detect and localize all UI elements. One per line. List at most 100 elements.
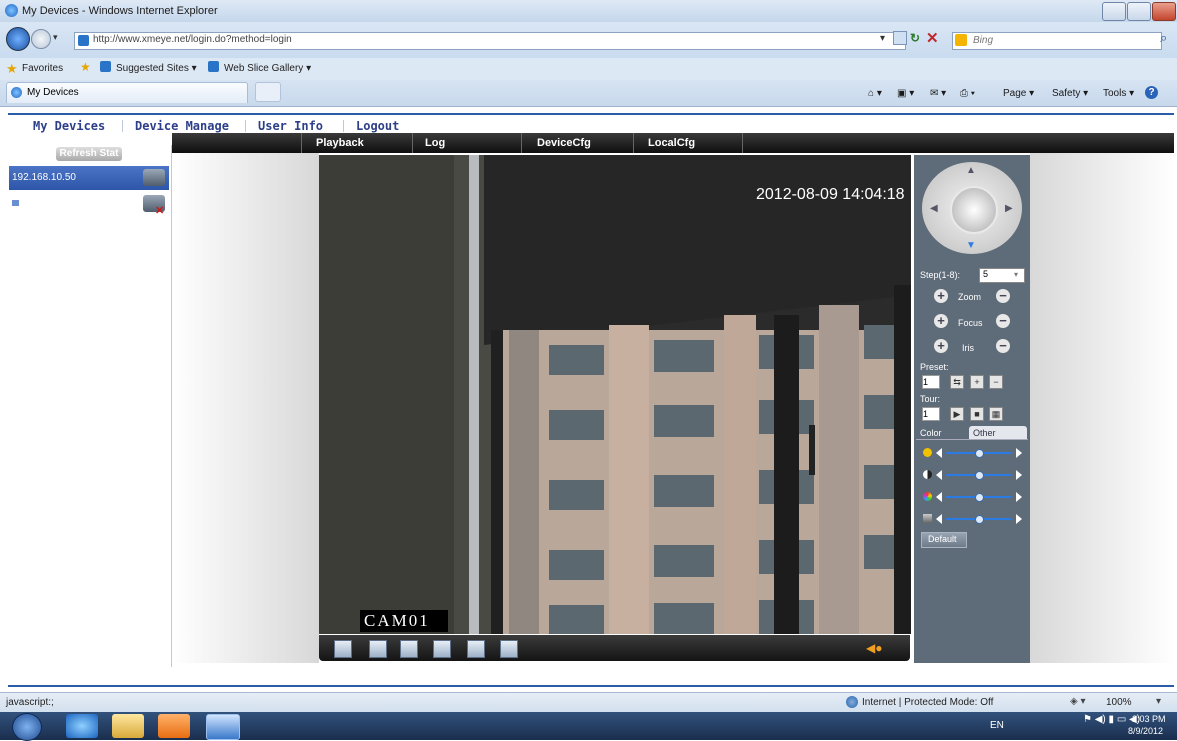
taskbar-word-icon[interactable] [206, 714, 240, 740]
menu-playback[interactable]: Playback [316, 137, 364, 149]
offline-mark-icon: ✕ [155, 205, 165, 217]
preset-add-button[interactable]: + [970, 375, 984, 389]
stop-icon[interactable]: ✕ [926, 29, 939, 47]
menu-devicecfg[interactable]: DeviceCfg [537, 137, 591, 149]
search-field[interactable]: Bing [952, 32, 1162, 50]
device-list-item[interactable]: 192.168.10.50 [9, 166, 169, 190]
zoom-in-button[interactable]: + [934, 289, 948, 303]
zoom-dropdown-icon[interactable]: ▾ [1156, 696, 1161, 707]
slider-knob[interactable] [975, 515, 984, 524]
nav-device-manage[interactable]: Device Manage [135, 119, 229, 133]
preset-goto-button[interactable]: ⇆ [950, 375, 964, 389]
tour-play-button[interactable]: ▶ [950, 407, 964, 421]
slider-knob[interactable] [975, 493, 984, 502]
device-list-item[interactable]: ✕ [9, 192, 169, 217]
tour-grid-button[interactable]: ▦ [989, 407, 1003, 421]
record-icon[interactable] [369, 640, 387, 658]
ptz-left-icon[interactable]: ◀ [930, 203, 938, 214]
ptz-right-icon[interactable]: ▶ [1005, 203, 1013, 214]
snapshot-icon[interactable] [433, 640, 451, 658]
tab-my-devices[interactable]: My Devices [6, 82, 248, 103]
start-button[interactable] [12, 713, 42, 741]
stop-talk-icon[interactable] [500, 640, 518, 658]
maximize-button[interactable] [1127, 2, 1151, 21]
refresh-status-button[interactable]: Refresh Stat [56, 147, 122, 161]
slider-knob[interactable] [975, 471, 984, 480]
nav-user-info[interactable]: User Info [258, 119, 323, 133]
tools-menu[interactable]: Tools ▾ [1103, 88, 1134, 99]
tab-other[interactable]: Other [969, 426, 1027, 439]
tour-input[interactable]: 1 [922, 407, 940, 421]
ptz-down-icon[interactable]: ▼ [966, 240, 976, 251]
slider-decrease-icon[interactable] [936, 470, 942, 480]
favorites-button[interactable]: Favorites [22, 63, 63, 74]
address-field[interactable]: http://www.xmeye.net/login.do?method=log… [74, 32, 906, 50]
slider-decrease-icon[interactable] [936, 492, 942, 502]
focus-far-button[interactable]: − [996, 314, 1010, 328]
web-slice-gallery-link[interactable]: Web Slice Gallery ▾ [224, 63, 311, 74]
protected-mode-icon[interactable]: ◈ ▾ [1070, 696, 1086, 707]
home-icon[interactable]: ⌂ ▾ [868, 88, 882, 99]
minimize-button[interactable] [1102, 2, 1126, 21]
feeds-icon[interactable]: ▣ ▾ [897, 88, 914, 99]
audio-icon[interactable]: ◀● [866, 641, 882, 655]
back-button[interactable] [6, 27, 30, 51]
close-window-button[interactable] [1152, 2, 1176, 21]
forward-button[interactable] [31, 29, 51, 49]
history-dropdown-icon[interactable]: ▾ [53, 32, 58, 43]
focus-near-button[interactable]: + [934, 314, 948, 328]
clock-time[interactable]: 2:03 PM [1132, 714, 1166, 724]
zoom-level[interactable]: 100% [1106, 697, 1132, 708]
taskbar-explorer-icon[interactable] [112, 714, 144, 738]
language-indicator[interactable]: EN [990, 720, 1004, 731]
talk-icon[interactable] [467, 640, 485, 658]
help-icon[interactable]: ? [1145, 86, 1158, 99]
iris-close-button[interactable]: − [996, 339, 1010, 353]
live-video-feed[interactable] [319, 155, 911, 634]
menu-log[interactable]: Log [425, 137, 445, 149]
search-icon[interactable]: ⌕ [1160, 30, 1167, 46]
favorites-bar: ★ Favorites ★ Suggested Sites ▾ Web Slic… [0, 58, 1177, 81]
print-icon[interactable]: ⎙ ▾ [960, 88, 975, 99]
clock-date[interactable]: 8/9/2012 [1128, 726, 1163, 736]
preset-value: 1 [923, 377, 929, 387]
taskbar-media-player-icon[interactable] [158, 714, 190, 738]
slider-decrease-icon[interactable] [936, 514, 942, 524]
tour-stop-button[interactable]: ■ [970, 407, 984, 421]
slider-increase-icon[interactable] [1016, 492, 1022, 502]
refresh-icon[interactable]: ↻ [910, 31, 920, 45]
ptz-up-icon[interactable]: ▲ [966, 165, 976, 176]
tab-color[interactable]: Color [920, 428, 942, 438]
preset-input[interactable]: 1 [922, 375, 940, 389]
address-dropdown-icon[interactable]: ▾ [880, 33, 885, 44]
slider-increase-icon[interactable] [1016, 448, 1022, 458]
slider-increase-icon[interactable] [1016, 470, 1022, 480]
search-placeholder: Bing [973, 35, 994, 46]
compat-view-icon[interactable] [893, 31, 907, 45]
add-favorites-icon[interactable]: ★ [80, 60, 91, 74]
safety-menu[interactable]: Safety ▾ [1052, 88, 1088, 99]
nav-my-devices[interactable]: My Devices [33, 119, 105, 133]
ptz-center-button[interactable] [950, 186, 998, 234]
slider-knob[interactable] [975, 449, 984, 458]
slider-decrease-icon[interactable] [936, 448, 942, 458]
menu-separator [521, 133, 522, 153]
step-select[interactable]: 5 ▾ [979, 268, 1025, 283]
iris-open-button[interactable]: + [934, 339, 948, 353]
menu-separator [633, 133, 634, 153]
status-text: javascript:; [6, 697, 54, 708]
tab-ie-icon [11, 87, 22, 98]
stop-record-icon[interactable] [400, 640, 418, 658]
zoom-out-button[interactable]: − [996, 289, 1010, 303]
preset-delete-button[interactable]: − [989, 375, 1003, 389]
default-button[interactable]: Default [921, 532, 967, 548]
mail-icon[interactable]: ✉ ▾ [930, 88, 946, 99]
fullscreen-icon[interactable] [334, 640, 352, 658]
slider-increase-icon[interactable] [1016, 514, 1022, 524]
page-menu[interactable]: Page ▾ [1003, 88, 1034, 99]
menu-localcfg[interactable]: LocalCfg [648, 137, 695, 149]
taskbar-ie-icon[interactable] [66, 714, 98, 738]
nav-logout[interactable]: Logout [356, 119, 399, 133]
new-tab-button[interactable] [255, 82, 281, 102]
suggested-sites-link[interactable]: Suggested Sites ▾ [116, 63, 197, 74]
